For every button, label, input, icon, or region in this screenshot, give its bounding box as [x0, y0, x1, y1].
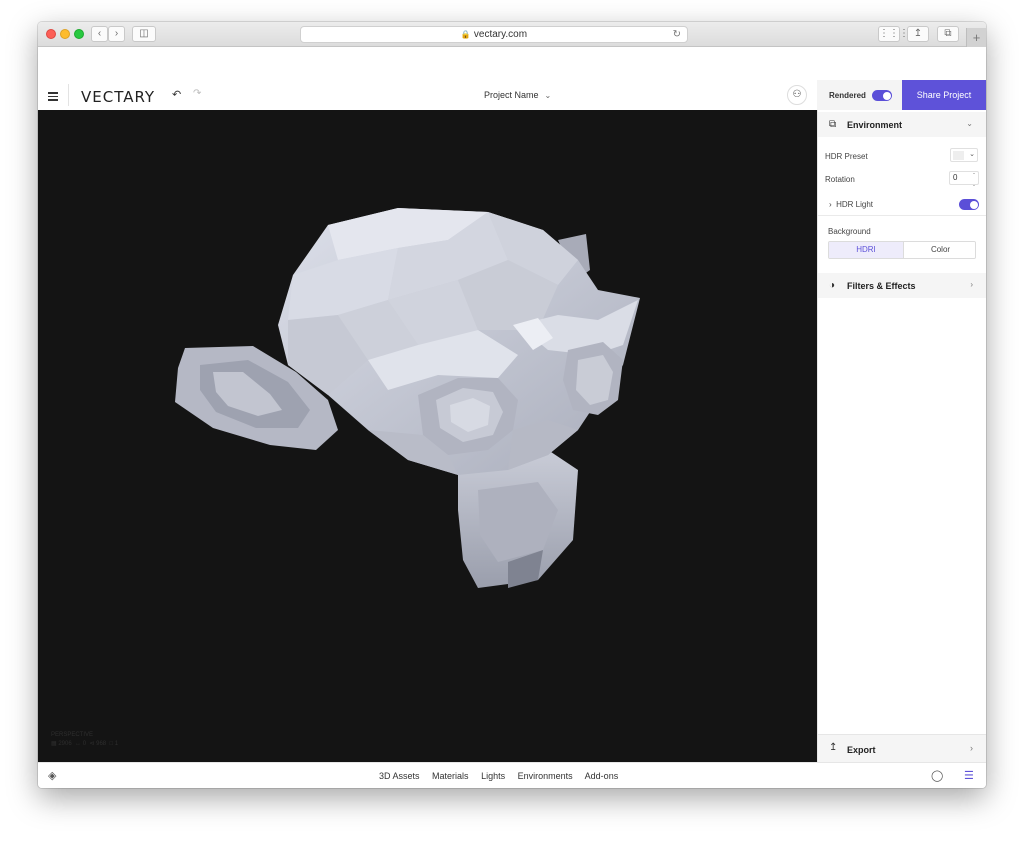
3d-viewport[interactable]: PERSPECTIVE ▦ 2906 ↔ 0 ⊲ 968 □ 1 — [38, 110, 817, 762]
export-title: Export — [847, 745, 876, 755]
reload-icon[interactable]: ↻ — [673, 27, 681, 42]
undo-icon[interactable]: ↶ — [172, 88, 181, 101]
app-logo: VECTARY — [81, 88, 156, 106]
chevron-down-icon: ⌄ — [969, 151, 975, 158]
chevron-down-icon: ⌄ — [966, 119, 973, 128]
browser-window: ‹ › ◫ 🔒 vectary.com ↻ ⋮⋮⋮ ↥ ⧉ + VECTARY ↶… — [38, 22, 986, 788]
faces-count: 2906 — [58, 741, 72, 747]
rotation-value: 0 — [953, 173, 958, 182]
hdr-light-expander[interactable]: › HDR Light — [829, 200, 873, 209]
lock-icon: 🔒 — [460, 30, 471, 39]
monkey-model[interactable] — [38, 110, 817, 762]
sidebar-icon: ◫ — [139, 28, 149, 39]
project-name: Project Name — [484, 90, 539, 100]
edges-count: 0 — [82, 741, 87, 747]
vertices-count: 968 — [96, 741, 107, 747]
share-project-button[interactable]: Share Project — [902, 80, 986, 110]
view-mode-label: PERSPECTIVE — [51, 732, 94, 738]
nav-3d-assets[interactable]: 3D Assets — [379, 771, 420, 781]
chat-icon[interactable]: ◯ — [931, 769, 943, 782]
contrast-icon: ◑ — [829, 280, 836, 291]
faces-icon: ▦ — [51, 741, 57, 747]
minimize-window-button[interactable] — [60, 29, 70, 39]
background-hdri-option[interactable]: HDRI — [829, 242, 903, 258]
hdr-light-label: HDR Light — [836, 200, 874, 209]
settings-sliders-icon[interactable]: ☰ — [964, 769, 974, 782]
stepper-icon[interactable]: ˆˇ — [973, 171, 975, 195]
background-segmented-control: HDRI Color — [828, 241, 976, 259]
project-name-dropdown[interactable]: Project Name ⌄ — [484, 90, 551, 100]
chevron-right-icon: › — [970, 743, 973, 753]
tabs-icon: ⧉ — [944, 28, 952, 39]
url-text: vectary.com — [473, 29, 528, 40]
hdr-preset-select[interactable]: ⌄ — [950, 148, 978, 162]
nav-add-ons[interactable]: Add-ons — [585, 771, 619, 781]
app-header: VECTARY ↶ ↷ Project Name ⌄ ⚇ Rendered Sha… — [38, 80, 986, 110]
chevron-down-icon: ⌄ — [544, 91, 552, 100]
back-button[interactable]: ‹ — [91, 26, 108, 42]
chevron-right-icon: › — [114, 28, 119, 39]
environment-section-header[interactable]: ⧉ Environment ⌄ — [818, 112, 986, 137]
scene-stats: ▦ 2906 ↔ 0 ⊲ 968 □ 1 — [51, 740, 118, 749]
bottom-toolbar: ◈ 3D Assets Materials Lights Environment… — [38, 762, 986, 788]
tabs-button[interactable]: ⧉ — [937, 26, 959, 42]
nav-materials[interactable]: Materials — [432, 771, 469, 781]
redo-icon[interactable]: ↷ — [193, 88, 201, 99]
address-bar[interactable]: 🔒 vectary.com ↻ — [300, 26, 688, 43]
forward-button[interactable]: › — [108, 26, 125, 42]
new-tab-button[interactable]: + — [966, 28, 986, 47]
hdr-preset-swatch — [953, 151, 964, 160]
chevron-left-icon: ‹ — [97, 28, 102, 39]
sidebar-toggle-button[interactable]: ◫ — [132, 26, 156, 42]
edges-icon: ↔ — [75, 741, 82, 747]
share-icon: ↥ — [913, 28, 923, 39]
viewport-info: PERSPECTIVE ▦ 2906 ↔ 0 ⊲ 968 □ 1 — [51, 731, 118, 749]
menu-icon[interactable] — [48, 92, 58, 101]
zoom-window-button[interactable] — [74, 29, 84, 39]
nav-environments[interactable]: Environments — [518, 771, 573, 781]
header-divider — [68, 84, 69, 106]
rendered-label: Rendered — [829, 91, 866, 100]
rendered-toggle-area: Rendered — [817, 80, 902, 110]
objects-icon: □ — [109, 741, 114, 747]
objects-count: 1 — [114, 741, 119, 747]
bottom-nav: 3D Assets Materials Lights Environments … — [379, 771, 628, 781]
close-window-button[interactable] — [46, 29, 56, 39]
chevron-right-icon: › — [829, 200, 832, 209]
rotation-input[interactable]: 0 ˆˇ — [949, 171, 979, 192]
rendered-toggle[interactable] — [872, 90, 892, 101]
rotation-label: Rotation — [825, 175, 855, 184]
vertices-icon: ⊲ — [89, 741, 95, 747]
nav-lights[interactable]: Lights — [481, 771, 505, 781]
background-label: Background — [828, 227, 871, 236]
hdr-preset-label: HDR Preset — [825, 152, 868, 161]
share-page-button[interactable]: ↥ — [907, 26, 929, 42]
hdr-light-toggle[interactable] — [959, 199, 979, 210]
browser-toolbar: ‹ › ◫ 🔒 vectary.com ↻ ⋮⋮⋮ ↥ ⧉ + — [38, 22, 986, 47]
environment-icon: ⧉ — [829, 119, 837, 130]
chevron-right-icon: › — [970, 280, 973, 289]
filters-effects-section-header[interactable]: ◑ Filters & Effects › — [818, 273, 986, 298]
layers-icon[interactable]: ◈ — [48, 769, 56, 782]
export-section-header[interactable]: ↥ Export › — [818, 734, 986, 762]
grid-icon: ⋮⋮⋮ — [879, 28, 909, 39]
add-user-icon[interactable]: ⚇ — [787, 85, 807, 105]
divider — [818, 215, 986, 216]
export-icon: ↥ — [829, 742, 838, 753]
environment-title: Environment — [847, 120, 903, 130]
grid-button[interactable]: ⋮⋮⋮ — [878, 26, 909, 42]
filters-effects-title: Filters & Effects — [847, 281, 916, 291]
background-color-option[interactable]: Color — [903, 242, 975, 258]
properties-panel: ⧉ Environment ⌄ HDR Preset ⌄ Rotation 0 … — [817, 110, 986, 762]
